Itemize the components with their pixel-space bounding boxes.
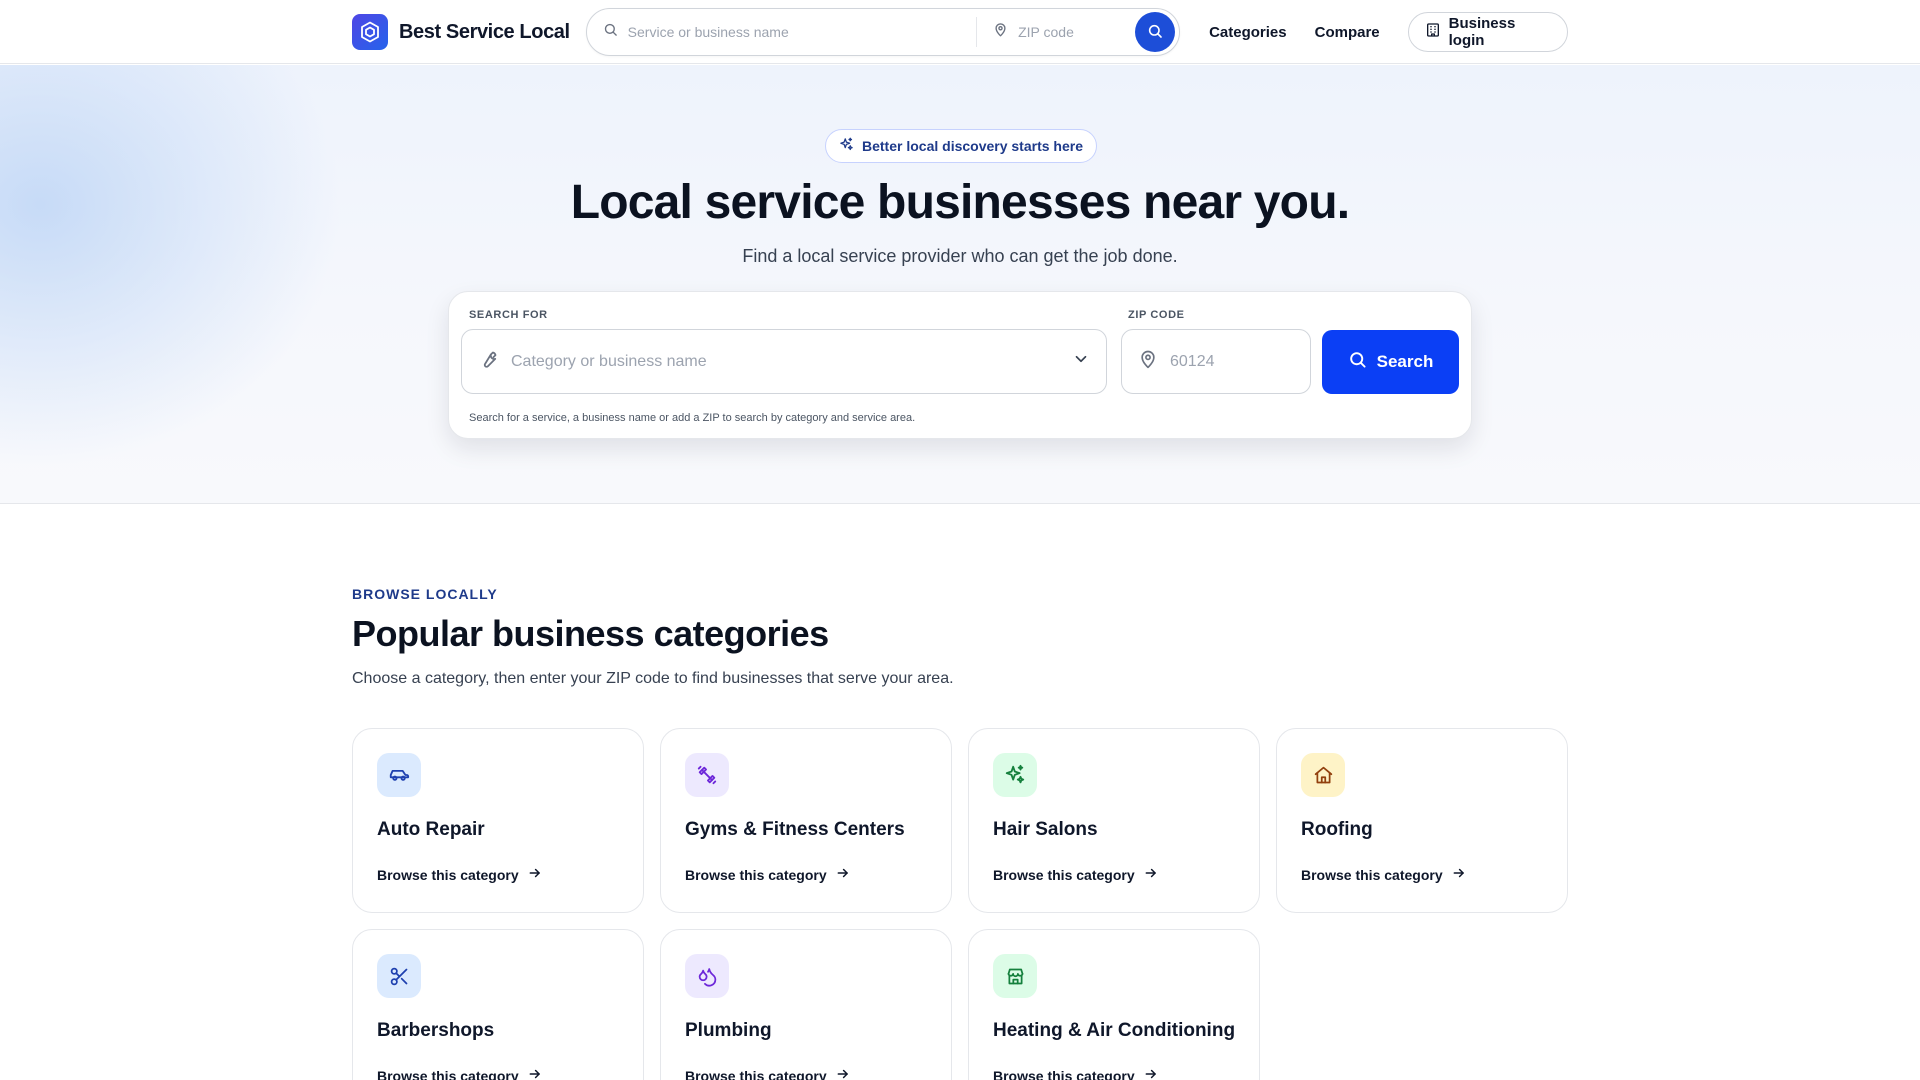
sparkles-icon [993, 753, 1037, 797]
zip-code-field [1121, 329, 1311, 394]
building-icon [1425, 22, 1441, 42]
brand-logo-icon [352, 14, 388, 50]
search-icon [1348, 350, 1367, 374]
browse-category-link[interactable]: Browse this category [377, 866, 542, 883]
browse-category-link[interactable]: Browse this category [993, 1067, 1158, 1080]
house-icon [1301, 753, 1345, 797]
search-hint-text: Search for a service, a business name or… [469, 412, 916, 424]
arrow-right-icon [528, 1067, 542, 1080]
header-search-button[interactable] [1135, 12, 1176, 52]
business-login-label: Business login [1448, 15, 1516, 49]
sparkles-icon [839, 137, 854, 155]
category-card-roofing[interactable]: Roofing Browse this category [1276, 728, 1568, 913]
categories-subtitle: Choose a category, then enter your ZIP c… [352, 670, 954, 687]
browse-category-link[interactable]: Browse this category [685, 1067, 850, 1080]
browse-category-label: Browse this category [1301, 866, 1443, 883]
nav-link-compare[interactable]: Compare [1315, 24, 1380, 41]
hero-title: Local service businesses near you. [570, 176, 1350, 229]
map-pin-icon [1138, 349, 1158, 374]
search-for-label: SEARCH FOR [469, 309, 548, 321]
browse-category-link[interactable]: Browse this category [993, 866, 1158, 883]
browse-category-link[interactable]: Browse this category [1301, 866, 1466, 883]
category-name: Barbershops [377, 1020, 495, 1041]
browse-category-label: Browse this category [993, 1067, 1135, 1080]
wrench-icon [478, 349, 499, 375]
store-icon [993, 954, 1037, 998]
brand-name: Best Service Local [399, 20, 570, 43]
arrow-right-icon [1144, 866, 1158, 883]
search-for-input[interactable] [511, 352, 1060, 371]
scissors-icon [377, 954, 421, 998]
arrow-right-icon [836, 1067, 850, 1080]
search-icon [1147, 23, 1163, 42]
hero-search-button[interactable]: Search [1322, 330, 1459, 394]
search-icon [603, 22, 618, 42]
dumbbell-icon [685, 753, 729, 797]
arrow-right-icon [836, 866, 850, 883]
header-search-bar [585, 8, 1181, 56]
category-card-auto-repair[interactable]: Auto Repair Browse this category [352, 728, 644, 913]
droplets-icon [685, 954, 729, 998]
categories-eyebrow: BROWSE LOCALLY [352, 586, 498, 602]
arrow-right-icon [528, 866, 542, 883]
top-navigation-bar: Best Service Local Catego [0, 0, 1920, 64]
browse-category-label: Browse this category [993, 866, 1135, 883]
nav-link-categories[interactable]: Categories [1209, 24, 1287, 41]
hero-tagline-text: Better local discovery starts here [862, 138, 1083, 154]
business-login-button[interactable]: Business login [1407, 12, 1568, 52]
header-zip-input[interactable] [1018, 24, 1136, 40]
category-card-heating-air[interactable]: Heating & Air Conditioning Browse this c… [968, 929, 1260, 1080]
category-card-barbershops[interactable]: Barbershops Browse this category [352, 929, 644, 1080]
hero-tagline-pill: Better local discovery starts here [825, 129, 1097, 163]
category-name: Hair Salons [993, 819, 1098, 840]
browse-category-label: Browse this category [377, 1067, 519, 1080]
browse-category-link[interactable]: Browse this category [377, 1067, 542, 1080]
category-card-gyms-fitness[interactable]: Gyms & Fitness Centers Browse this categ… [660, 728, 952, 913]
zip-code-input[interactable] [1170, 352, 1294, 371]
category-card-hair-salons[interactable]: Hair Salons Browse this category [968, 728, 1260, 913]
search-for-field [461, 329, 1107, 394]
categories-title: Popular business categories [352, 613, 829, 654]
category-name: Roofing [1301, 819, 1373, 840]
category-name: Plumbing [685, 1020, 772, 1041]
brand-logo-link[interactable]: Best Service Local [352, 14, 570, 50]
arrow-right-icon [1452, 866, 1466, 883]
hero-search-button-label: Search [1376, 352, 1434, 371]
arrow-right-icon [1144, 1067, 1158, 1080]
browse-category-label: Browse this category [377, 866, 519, 883]
car-icon [377, 753, 421, 797]
hero-subtitle: Find a local service provider who can ge… [742, 246, 1178, 266]
browse-category-label: Browse this category [685, 866, 827, 883]
main-nav: Categories Compare [1209, 24, 1380, 41]
zip-code-label: ZIP CODE [1128, 309, 1185, 321]
chevron-down-icon[interactable] [1072, 350, 1090, 373]
header-service-input[interactable] [627, 24, 977, 40]
category-name: Auto Repair [377, 819, 485, 840]
browse-category-link[interactable]: Browse this category [685, 866, 850, 883]
category-name: Gyms & Fitness Centers [685, 819, 905, 840]
top-navigation-inner: Best Service Local Catego [352, 0, 1568, 64]
browse-category-label: Browse this category [685, 1067, 827, 1080]
map-pin-icon [993, 22, 1008, 42]
category-card-plumbing[interactable]: Plumbing Browse this category [660, 929, 952, 1080]
header-service-field [603, 17, 978, 47]
hero-search-card: SEARCH FOR ZIP CODE Search Search for a … [448, 291, 1472, 439]
category-name: Heating & Air Conditioning [993, 1020, 1236, 1041]
hero-section: Better local discovery starts here Local… [0, 65, 1920, 504]
header-zip-field [977, 9, 1136, 55]
